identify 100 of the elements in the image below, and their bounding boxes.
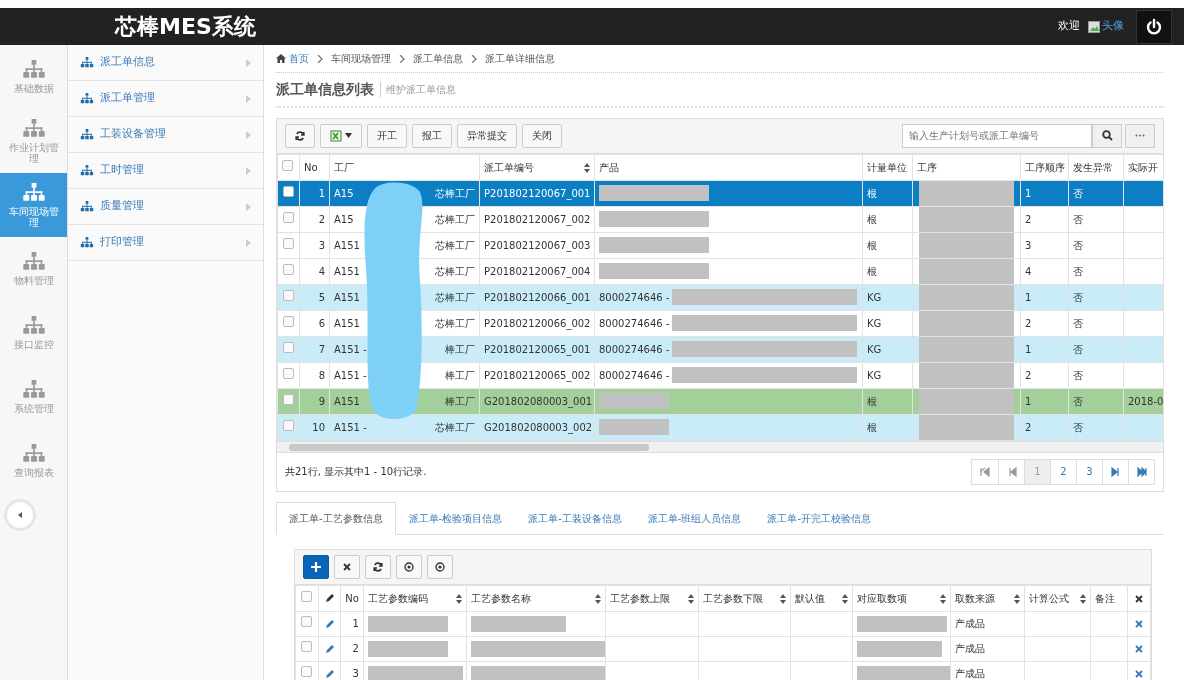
export-button[interactable]: [320, 123, 362, 148]
refresh-icon: [295, 130, 305, 141]
column-header[interactable]: 工序: [912, 154, 1021, 181]
row-checkbox[interactable]: [301, 666, 313, 678]
table-cell: 2: [1020, 414, 1069, 441]
tab[interactable]: 派工单-检验项目信息: [395, 501, 516, 535]
column-header[interactable]: 默认值: [790, 585, 853, 612]
tab[interactable]: 派工单-开完工校验信息: [754, 501, 885, 535]
submenu-item[interactable]: 派工单管理: [68, 81, 263, 117]
power-button[interactable]: [1136, 9, 1172, 44]
sort-icon[interactable]: [1080, 593, 1087, 604]
column-header[interactable]: No: [340, 585, 364, 612]
row-checkbox[interactable]: [283, 237, 294, 249]
table-cell-text: A151: [334, 238, 360, 253]
sort-icon[interactable]: [455, 593, 462, 604]
submenu-item[interactable]: 质量管理: [68, 189, 263, 225]
delete-button[interactable]: [334, 554, 360, 579]
column-header[interactable]: 计量单位: [862, 154, 913, 181]
column-header[interactable]: 对应取数项: [852, 585, 951, 612]
breadcrumb-item[interactable]: 车间现场管理: [330, 51, 391, 66]
edit-icon[interactable]: [324, 669, 334, 679]
tab[interactable]: 派工单-工艺参数信息: [276, 501, 396, 535]
column-header[interactable]: 备注: [1090, 585, 1128, 612]
last-page-icon: [1136, 466, 1147, 477]
row-checkbox[interactable]: [283, 367, 294, 379]
submenu-item[interactable]: 派工单信息: [68, 45, 263, 81]
column-header[interactable]: 发生异常: [1068, 154, 1124, 181]
tab[interactable]: 派工单-班组人员信息: [634, 501, 755, 535]
select-all-checkbox[interactable]: [301, 590, 313, 602]
column-header[interactable]: 计算公式: [1024, 585, 1091, 612]
home-link[interactable]: 首页: [276, 51, 309, 66]
refresh-button[interactable]: [285, 123, 315, 148]
sort-icon[interactable]: [841, 593, 848, 604]
edit-icon[interactable]: [324, 644, 334, 654]
row-checkbox[interactable]: [283, 211, 294, 223]
table-cell: 1: [1020, 180, 1069, 207]
sort-icon[interactable]: [584, 162, 590, 173]
toolbar-button[interactable]: 开工: [367, 123, 407, 148]
breadcrumb-item[interactable]: 派工单详细信息: [484, 51, 555, 66]
select-all-checkbox[interactable]: [282, 159, 293, 171]
column-header[interactable]: 工艺参数编码: [363, 585, 467, 612]
toolbar-button[interactable]: 异常提交: [457, 123, 517, 148]
delete-icon[interactable]: [1135, 670, 1144, 679]
delete-icon[interactable]: [1135, 645, 1144, 654]
circle-button[interactable]: [427, 554, 453, 579]
sort-icon[interactable]: [780, 593, 787, 604]
row-checkbox[interactable]: [283, 289, 294, 301]
circle-button[interactable]: [396, 554, 422, 579]
toolbar-button[interactable]: 报工: [412, 123, 452, 148]
sort-icon[interactable]: [939, 593, 946, 604]
refresh-button[interactable]: [365, 554, 391, 579]
column-header[interactable]: 工艺参数名称: [466, 585, 606, 612]
row-checkbox[interactable]: [283, 315, 294, 327]
edit-icon[interactable]: [324, 619, 334, 629]
submenu-item[interactable]: 工时管理: [68, 153, 263, 189]
toolbar-button[interactable]: 关闭: [522, 123, 562, 148]
column-header[interactable]: 工艺参数上限: [605, 585, 699, 612]
column-header[interactable]: 实际开: [1123, 154, 1164, 181]
search-button[interactable]: [1092, 123, 1123, 148]
row-checkbox[interactable]: [283, 185, 294, 197]
org-chart-icon: [80, 165, 94, 176]
row-checkbox[interactable]: [301, 641, 313, 653]
column-header[interactable]: No: [299, 154, 330, 181]
sort-icon[interactable]: [595, 593, 602, 604]
record-summary: 共21行, 显示其中1 - 10行记录.: [285, 465, 427, 480]
table-cell: P201802120067_002: [479, 206, 595, 233]
column-header[interactable]: 工艺参数下限: [698, 585, 791, 612]
search-field[interactable]: 输入生产计划号或派工单编号: [902, 123, 1093, 148]
submenu-item[interactable]: 工装设备管理: [68, 117, 263, 153]
caret-icon: [246, 94, 251, 103]
delete-icon[interactable]: [1135, 620, 1144, 629]
org-chart-icon: [80, 129, 94, 140]
table-cell: 2: [340, 636, 364, 662]
table-cell: 否: [1068, 180, 1124, 207]
table-cell: P201802120067_004: [479, 258, 595, 285]
column-header[interactable]: 派工单编号: [479, 154, 595, 181]
row-checkbox[interactable]: [283, 263, 294, 275]
table-cell: 否: [1068, 414, 1124, 441]
row-checkbox[interactable]: [283, 393, 294, 405]
sort-icon[interactable]: [1013, 593, 1020, 604]
column-header[interactable]: 产品: [594, 154, 863, 181]
horizontal-scrollbar[interactable]: [277, 440, 1163, 452]
add-button[interactable]: [303, 554, 329, 579]
sort-icon[interactable]: [687, 593, 694, 604]
breadcrumb-item[interactable]: 派工单信息: [412, 51, 463, 66]
tab[interactable]: 派工单-工装设备信息: [515, 501, 635, 535]
column-header[interactable]: 工厂: [329, 154, 480, 181]
row-checkbox[interactable]: [283, 419, 294, 431]
row-checkbox[interactable]: [283, 341, 294, 353]
column-header[interactable]: 取数来源: [950, 585, 1024, 612]
submenu-item[interactable]: 打印管理: [68, 225, 263, 261]
table-cell: 6: [299, 310, 330, 337]
org-chart-icon: [21, 444, 46, 463]
avatar-image[interactable]: 头像: [1088, 18, 1124, 35]
column-header[interactable]: 工序顺序: [1020, 154, 1069, 181]
row-checkbox[interactable]: [301, 616, 313, 628]
next-page-icon: [1110, 466, 1121, 477]
table-cell: 2: [1020, 206, 1069, 233]
table-cell-text: 芯棒工厂: [435, 420, 475, 435]
table-cell: 9: [299, 388, 330, 415]
